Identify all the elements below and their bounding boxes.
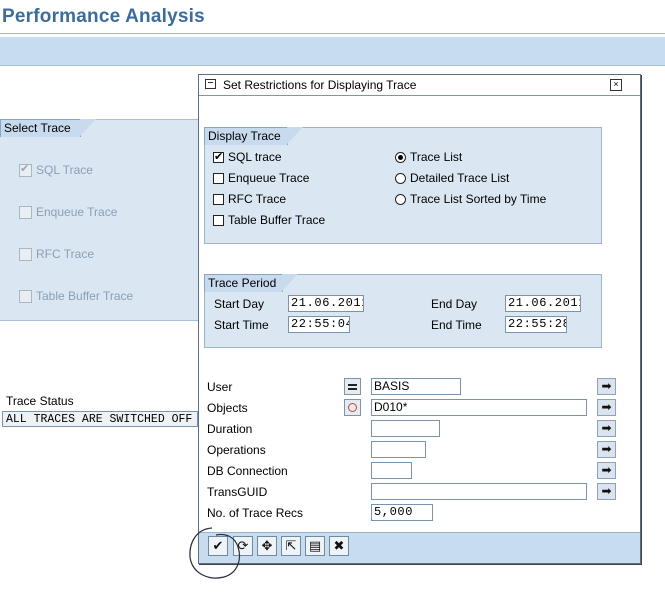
detailed-trace-list-radio[interactable] <box>395 172 406 184</box>
sql-trace-option[interactable]: SQL trace <box>213 150 282 164</box>
table-buffer-trace-label: Table Buffer Trace <box>228 213 326 227</box>
select-trace-title: Select Trace <box>4 121 71 135</box>
sql-trace-checkbox[interactable] <box>213 150 224 163</box>
rfc-trace-option[interactable]: RFC Trace <box>213 192 286 206</box>
rfc-trace-checkbox[interactable] <box>213 193 224 205</box>
operations-label: Operations <box>207 443 266 457</box>
end-time-input[interactable]: 22:55:28 <box>505 316 567 333</box>
trace-period-tab: Trace Period <box>204 274 299 292</box>
tab-corner <box>80 119 96 136</box>
dialog-title-bar[interactable]: Set Restrictions for Displaying Trace × <box>199 75 640 96</box>
end-day-input[interactable]: 21.06.2011 <box>505 295 581 312</box>
objects-label: Objects <box>207 401 248 415</box>
bg-rfc-trace-checkbox <box>19 247 32 261</box>
trace-list-sorted-option[interactable]: Trace List Sorted by Time <box>395 192 546 206</box>
display-trace-tab: Display Trace <box>204 127 303 145</box>
trace-list-label: Trace List <box>410 150 463 164</box>
hand-drawn-circle-annotation <box>189 527 241 579</box>
table-buffer-trace-option[interactable]: Table Buffer Trace <box>213 213 325 227</box>
transguid-label: TransGUID <box>207 485 268 499</box>
select-trace-tab: Select Trace <box>0 119 96 137</box>
bg-table-buffer-trace-checkbox <box>19 289 32 303</box>
operations-input[interactable] <box>371 441 426 458</box>
dialog-title: Set Restrictions for Displaying Trace <box>223 78 417 92</box>
bg-enqueue-trace-label: Enqueue Trace <box>36 205 118 219</box>
bg-enqueue-trace-option: Enqueue Trace <box>19 205 117 219</box>
trace-period-title: Trace Period <box>208 276 277 290</box>
trace-list-sorted-label: Trace List Sorted by Time <box>410 192 547 206</box>
detailed-trace-list-option[interactable]: Detailed Trace List <box>395 171 509 185</box>
trace-list-radio[interactable] <box>395 151 406 163</box>
enqueue-trace-option[interactable]: Enqueue Trace <box>213 171 309 185</box>
expand-icon[interactable]: ⇱ <box>281 536 301 556</box>
pattern-option-icon[interactable] <box>344 399 361 416</box>
user-multiple-selection-arrow-right-icon[interactable]: ➡ <box>597 378 616 395</box>
display-trace-group: Display Trace SQL trace Enqueue Trace RF… <box>204 127 602 244</box>
rfc-trace-label: RFC Trace <box>228 192 287 206</box>
duration-multiple-selection-arrow-right-icon[interactable]: ➡ <box>597 420 616 437</box>
user-label: User <box>207 380 233 394</box>
end-day-label: End Day <box>431 297 478 311</box>
close-icon[interactable]: × <box>610 79 622 91</box>
restrictions-dialog: Set Restrictions for Displaying Trace × … <box>198 74 641 564</box>
tab-corner <box>282 274 299 291</box>
single-value-icon[interactable] <box>344 378 361 395</box>
trace-status-field: ALL TRACES ARE SWITCHED OFF <box>2 411 198 427</box>
end-time-label: End Time <box>431 318 482 332</box>
bg-sql-trace-option: SQL Trace <box>19 162 93 177</box>
bg-rfc-trace-option: RFC Trace <box>19 247 94 261</box>
bg-sql-trace-label: SQL Trace <box>36 163 93 177</box>
duration-input[interactable] <box>371 420 440 437</box>
bg-sql-trace-checkbox <box>19 162 32 177</box>
sql-trace-label: SQL trace <box>228 150 282 164</box>
trace-period-group: Trace Period Start Day 21.06.2011 Start … <box>204 274 602 348</box>
transguid-multiple-selection-arrow-right-icon[interactable]: ➡ <box>597 483 616 500</box>
display-trace-title: Display Trace <box>208 129 281 143</box>
no-of-trace-recs-input[interactable]: 5,000 <box>371 504 433 521</box>
db-connection-multiple-selection-arrow-right-icon[interactable]: ➡ <box>597 462 616 479</box>
title-divider <box>0 33 665 34</box>
trace-list-sorted-radio[interactable] <box>395 193 406 205</box>
user-input[interactable]: BASIS <box>371 378 461 395</box>
page-title: Performance Analysis <box>2 6 205 27</box>
tab-corner <box>286 127 303 144</box>
start-day-input[interactable]: 21.06.2011 <box>288 295 364 312</box>
transguid-input[interactable] <box>371 483 587 500</box>
dialog-window-icon <box>205 79 216 89</box>
start-day-label: Start Day <box>214 297 265 311</box>
bg-rfc-trace-label: RFC Trace <box>36 247 95 261</box>
operations-multiple-selection-arrow-right-icon[interactable]: ➡ <box>597 441 616 458</box>
move-icon[interactable]: ✥ <box>257 536 277 556</box>
db-connection-label: DB Connection <box>207 464 288 478</box>
trace-list-option[interactable]: Trace List <box>395 150 462 164</box>
bg-enqueue-trace-checkbox <box>19 205 32 219</box>
no-of-trace-recs-label: No. of Trace Recs <box>207 506 304 520</box>
trace-status-label: Trace Status <box>6 394 74 408</box>
detailed-trace-list-label: Detailed Trace List <box>410 171 510 185</box>
enqueue-trace-label: Enqueue Trace <box>228 171 310 185</box>
table-buffer-trace-checkbox[interactable] <box>213 214 224 226</box>
enqueue-trace-checkbox[interactable] <box>213 172 224 184</box>
bg-table-buffer-trace-option: Table Buffer Trace <box>19 289 133 303</box>
start-time-input[interactable]: 22:55:04 <box>288 316 350 333</box>
duration-label: Duration <box>207 422 253 436</box>
cancel-icon[interactable]: ✖ <box>329 536 349 556</box>
application-toolbar <box>0 37 665 66</box>
save-icon[interactable]: ▤ <box>305 536 325 556</box>
objects-multiple-selection-arrow-right-icon[interactable]: ➡ <box>597 399 616 416</box>
db-connection-input[interactable] <box>371 462 412 479</box>
objects-input[interactable]: D010* <box>371 399 587 416</box>
start-time-label: Start Time <box>214 318 269 332</box>
bg-table-buffer-trace-label: Table Buffer Trace <box>36 289 134 303</box>
